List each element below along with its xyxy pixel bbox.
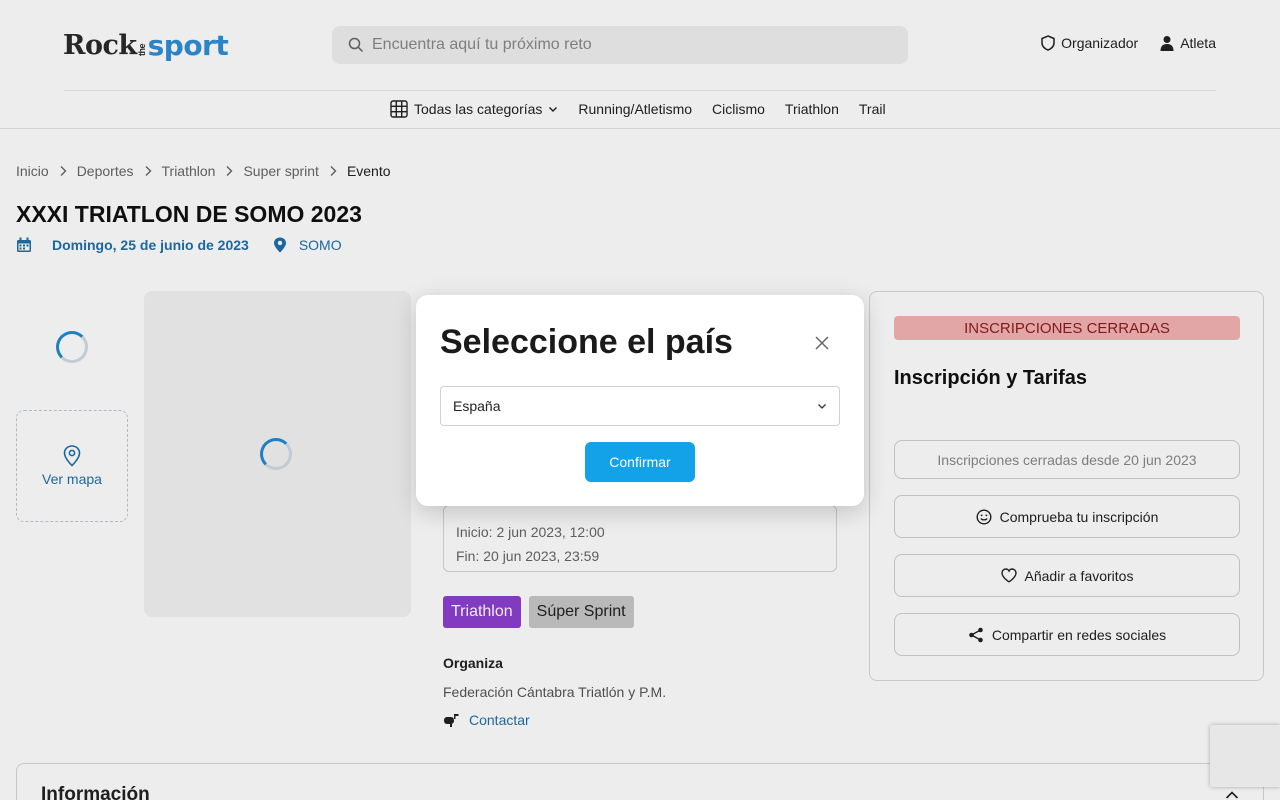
chevron-down-icon bbox=[818, 404, 826, 409]
close-icon[interactable] bbox=[812, 333, 832, 353]
country-select[interactable]: España bbox=[440, 386, 840, 426]
country-select-modal: Seleccione el país España Confirmar bbox=[416, 295, 864, 506]
country-select-value: España bbox=[453, 398, 501, 414]
modal-title: Seleccione el país bbox=[440, 323, 733, 361]
confirm-button[interactable]: Confirmar bbox=[585, 442, 695, 482]
